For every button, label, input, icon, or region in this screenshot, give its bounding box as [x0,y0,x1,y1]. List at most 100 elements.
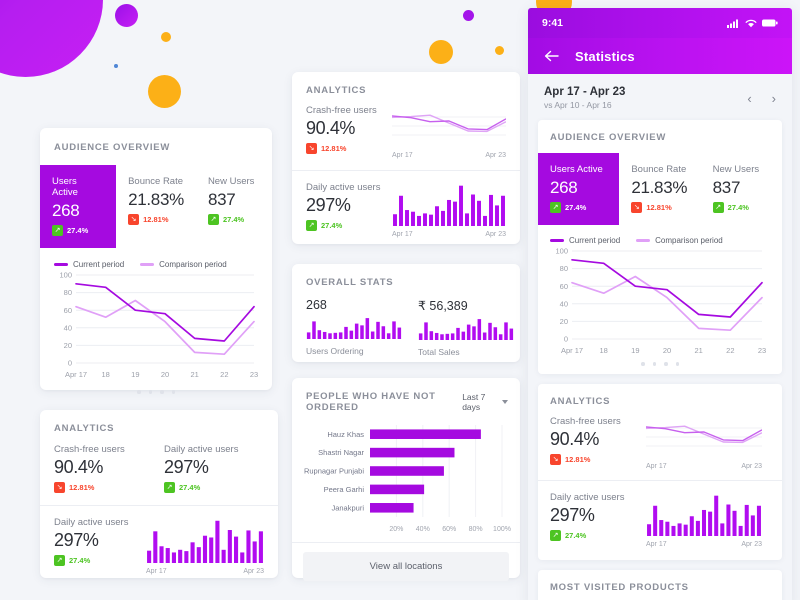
analytics-title: ANALYTICS [550,395,611,407]
svg-text:20: 20 [663,346,671,355]
audience-line-chart: 0 20 40 60 80 100 Apr 17 18 19 20 21 22 23 [59,271,258,379]
svg-text:100: 100 [555,247,568,256]
pagination-dot[interactable] [652,362,656,366]
svg-text:60%: 60% [442,526,456,533]
users-ordering-bar-chart [306,318,402,339]
kpi-delta-value: 27.4% [222,215,245,224]
arrow-up-right-icon: ↗ [550,202,561,213]
date-filter-dropdown[interactable]: Last 7 days [462,392,508,412]
kpi-label: Users Active [52,176,78,198]
pagination-dot[interactable] [160,390,164,394]
kpi-bounce-rate[interactable]: Bounce Rate 21.83% ↘ 12.81% [619,153,700,225]
stat-value: ₹ 56,389 [418,299,468,313]
crash-free-line-chart [645,425,763,446]
svg-text:80%: 80% [469,526,483,533]
chevron-left-icon[interactable]: ‹ [747,92,751,105]
svg-text:22: 22 [726,346,734,355]
svg-text:18: 18 [599,346,607,355]
arrow-up-right-icon: ↗ [52,225,63,236]
spark-end-date: Apr 23 [485,152,506,159]
kpi-label: Bounce Rate [631,164,687,175]
decorative-dot-purple [463,10,474,21]
svg-text:Shastri Nagar: Shastri Nagar [318,448,364,457]
kpi-new-users[interactable]: New Users 837 ↗ 27.4% [196,165,272,248]
kpi-bounce-rate[interactable]: Bounce Rate 21.83% ↘ 12.81% [116,165,196,248]
kpi-new-users[interactable]: New Users 837 ↗ 27.4% [701,153,782,225]
svg-text:Apr 17: Apr 17 [65,370,87,379]
arrow-up-right-icon: ↗ [550,529,561,541]
kpi-strip: Users Active 268 ↗ 27.4% Bounce Rate 21.… [538,153,782,225]
spark-start-date: Apr 17 [392,152,413,159]
kpi-delta-value: 12.81% [646,203,672,212]
svg-text:Rupnagar Punjabi: Rupnagar Punjabi [304,467,364,476]
overall-stats-card: OVERALL STATS 268 Users Ordering ₹ 56,38… [292,264,520,362]
svg-text:100: 100 [59,271,72,280]
mobile-preview: 9:41 Statistics Apr 17 - Apr 23 vs Apr 1… [528,8,792,600]
spark-start-date: Apr 17 [392,231,413,238]
metric-label: Daily active users [550,491,625,503]
pagination-dots[interactable] [538,362,782,374]
audience-line-chart: 0 20 40 60 80 100 Apr 17 18 19 20 21 22 23 [555,247,766,355]
mobile-audience-overview-card: AUDIENCE OVERVIEW Users Active 268 ↗ 27.… [538,120,782,374]
svg-text:21: 21 [694,346,702,355]
legend-swatch-icon [636,239,651,242]
pagination-dot[interactable] [641,362,645,366]
svg-text:19: 19 [131,370,139,379]
svg-text:40: 40 [64,323,72,332]
metric-delta: ↘ 12.81% [54,482,154,493]
svg-text:Janakpuri: Janakpuri [331,503,364,512]
analytics-title: ANALYTICS [306,85,367,96]
kpi-users-active[interactable]: Users Active 268 ↗ 27.4% [40,165,117,248]
svg-text:Apr 17: Apr 17 [561,346,583,355]
kpi-delta: ↗ 27.4% [52,225,104,236]
kpi-value: 21.83% [631,178,688,197]
decorative-circle-purple-large [0,0,103,77]
legend-swatch-icon [140,263,155,266]
svg-text:20%: 20% [389,526,403,533]
svg-text:Peera Garhi: Peera Garhi [324,485,365,494]
pagination-dot[interactable] [675,362,679,366]
kpi-users-active[interactable]: Users Active 268 ↗ 27.4% [538,153,620,225]
metric-delta-value: 12.81% [69,483,95,492]
kpi-delta: ↘ 12.81% [128,214,184,225]
chevron-right-icon[interactable]: › [772,92,776,105]
legend-label: Current period [569,236,621,245]
daily-active-bar-chart [393,185,505,226]
date-compare-label: vs Apr 10 - Apr 16 [544,100,612,110]
spark-date-range: Apr 17 Apr 23 [392,152,506,159]
svg-text:20: 20 [161,370,169,379]
pagination-dot[interactable] [171,390,175,394]
metric-delta: ↗ 27.4% [164,482,264,493]
svg-text:Hauz Khas: Hauz Khas [327,430,364,439]
metric-value: 297% [306,195,351,215]
arrow-down-right-icon: ↘ [550,453,561,465]
pagination-dot[interactable] [148,390,152,394]
arrow-up-right-icon: ↗ [712,202,724,213]
back-arrow-icon[interactable] [544,50,559,62]
arrow-up-right-icon: ↗ [164,482,175,493]
pagination-dot[interactable] [664,362,668,366]
legend-label: Current period [73,260,125,269]
pagination-dots[interactable] [40,390,272,394]
svg-text:60: 60 [560,282,568,291]
locations-bar-chart: Hauz Khas Shastri Nagar Rupnagar Punjabi Pe… [304,425,511,533]
svg-text:0: 0 [564,335,568,344]
view-all-locations-button[interactable]: View all locations [303,552,509,581]
pagination-dot[interactable] [137,390,141,394]
metric-delta: ↗ 27.4% [54,555,138,566]
metric-value: 297% [54,530,99,550]
spark-end-date: Apr 23 [485,231,506,238]
legend-label: Comparison period [159,260,227,269]
app-canvas: AUDIENCE OVERVIEW Users Active 268 ↗ 27.… [0,0,800,600]
analytics-crash-free-block: Crash-free users 90.4% ↘ 12.81% [550,416,638,465]
metric-delta-value: 27.4% [179,483,201,492]
analytics-daily-active-block: Daily active users 297% ↗ 27.4% [306,182,384,231]
svg-text:21: 21 [190,370,198,379]
svg-text:40: 40 [560,299,568,308]
metric-value: 90.4% [306,118,356,138]
decorative-circle-orange-medium [148,75,181,108]
metric-label: Crash-free users [550,415,621,427]
date-filter-label: Last 7 days [462,392,486,412]
nav-title: Statistics [575,48,635,64]
svg-text:60: 60 [64,306,72,315]
